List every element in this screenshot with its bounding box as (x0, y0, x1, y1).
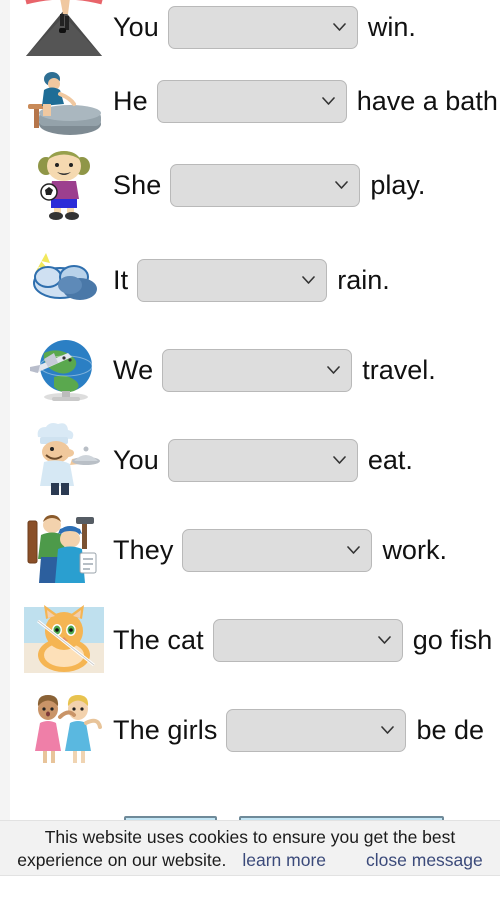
exercise-row: You eat. (10, 423, 500, 497)
row-subject-label: It (113, 264, 129, 295)
cat-fishing-rod-image (24, 603, 104, 677)
row-subject-label: They (113, 534, 174, 565)
verb-form-select[interactable] (137, 258, 328, 302)
exercise-row: It rain. (10, 243, 500, 317)
chevron-down-icon (381, 726, 395, 734)
exercise-row: We travel. (10, 333, 500, 407)
learn-more-link[interactable]: learn more (242, 850, 326, 870)
chef-tray-image (24, 423, 104, 497)
chevron-down-icon (321, 97, 335, 105)
exercise-row: They work. (10, 513, 500, 587)
row-subject-label: She (113, 169, 162, 200)
globe-airplane-image (24, 333, 104, 407)
row-predicate-label: play. (370, 169, 426, 200)
row-subject-label: You (113, 11, 159, 42)
verb-form-select[interactable] (226, 708, 407, 752)
exercise-content-column: You win. He have a bath She play. It rai… (10, 0, 500, 838)
verb-form-select[interactable] (182, 528, 373, 572)
cloud-rain-sun-image (24, 243, 104, 317)
exercise-row: The cat go fish (10, 603, 500, 677)
row-subject-label: He (113, 85, 148, 116)
chevron-down-icon (333, 456, 346, 464)
cookie-consent-banner: This website uses cookies to ensure you … (0, 820, 500, 876)
row-predicate-label: be de (416, 714, 485, 745)
page-root: You win. He have a bath She play. It rai… (0, 0, 500, 917)
cookie-banner-line-1: This website uses cookies to ensure you … (44, 827, 456, 847)
chevron-down-icon (302, 276, 316, 284)
row-predicate-label: win. (367, 11, 416, 42)
workers-tools-image (24, 513, 104, 587)
cookie-banner-line-2: experience on our website. learn more clos… (0, 849, 500, 872)
exercise-row: She play. (10, 148, 500, 222)
cookie-banner-text-2: experience on our website. (17, 850, 227, 870)
row-subject-label: We (113, 354, 154, 385)
row-predicate-label: rain. (337, 264, 390, 295)
row-predicate-label: travel. (362, 354, 436, 385)
two-girls-image (24, 693, 104, 767)
verb-form-select[interactable] (167, 5, 358, 49)
verb-form-select[interactable] (162, 348, 353, 392)
chevron-down-icon (333, 23, 346, 31)
chevron-down-icon (327, 366, 341, 374)
row-predicate-label: have a bath (356, 85, 498, 116)
row-predicate-label: go fish (412, 624, 493, 655)
page-footer-space (0, 876, 500, 917)
exercise-row: The girls be de (10, 693, 500, 767)
row-predicate-label: eat. (367, 444, 413, 475)
chevron-down-icon (335, 181, 349, 189)
verb-form-select[interactable] (167, 438, 358, 482)
chevron-down-icon (377, 636, 391, 644)
exercise-row: You win. (10, 0, 500, 64)
row-subject-label: The cat (113, 624, 204, 655)
close-message-link[interactable]: close message (366, 850, 483, 870)
row-predicate-label: work. (382, 534, 447, 565)
runner-finish-line-image (24, 0, 104, 64)
chevron-down-icon (347, 546, 361, 554)
verb-form-select[interactable] (156, 79, 347, 123)
exercise-row: He have a bath (10, 64, 500, 138)
row-subject-label: The girls (113, 714, 218, 745)
verb-form-select[interactable] (170, 163, 361, 207)
verb-form-select[interactable] (212, 618, 403, 662)
person-bathtub-image (24, 64, 104, 138)
row-subject-label: You (113, 444, 159, 475)
girl-football-image (24, 148, 104, 222)
